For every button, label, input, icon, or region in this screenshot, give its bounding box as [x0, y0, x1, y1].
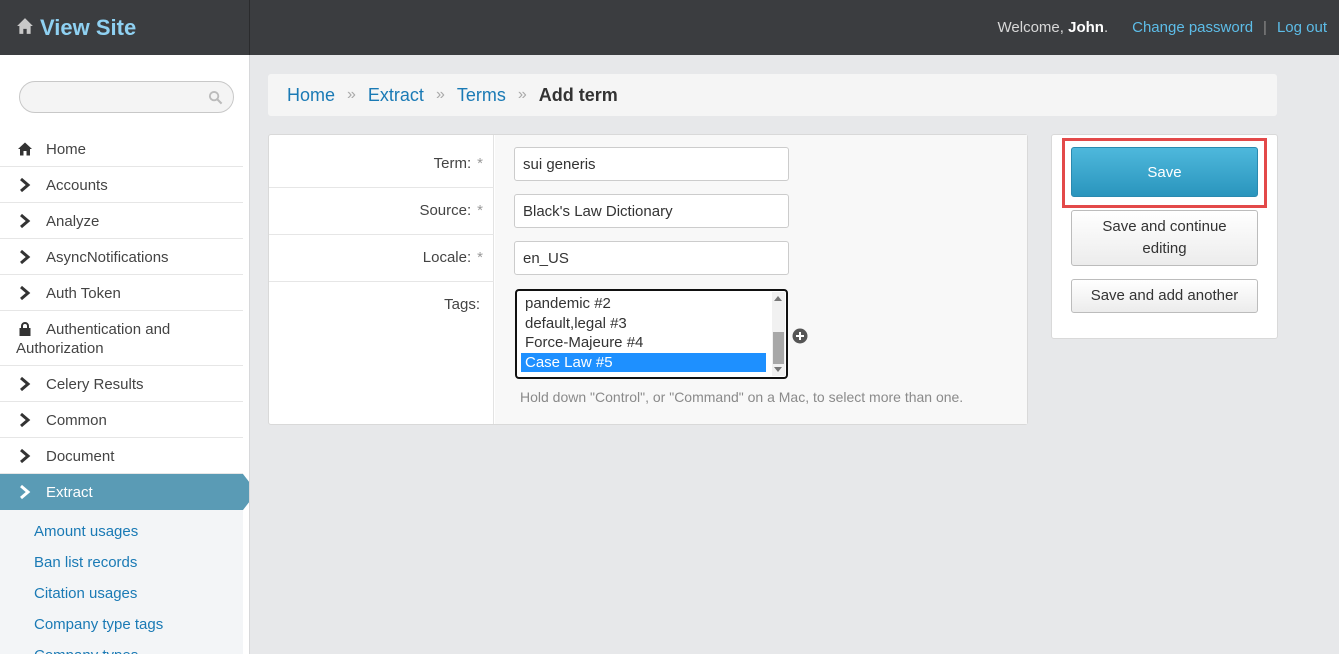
sidebar-item-label: Celery Results	[46, 376, 144, 393]
submenu-company-types[interactable]: Company types	[0, 641, 243, 654]
breadcrumb-separator: »	[347, 86, 356, 103]
locale-label: Locale: *	[422, 249, 483, 266]
row-divider	[269, 187, 494, 188]
sidebar-item-analyze[interactable]: Analyze	[0, 203, 243, 239]
save-and-continue-button[interactable]: Save and continue editing	[1071, 210, 1258, 266]
chevron-right-icon	[20, 213, 31, 229]
sidebar-item-label: Extract	[46, 484, 93, 501]
brand-label: View Site	[40, 14, 137, 40]
chevron-right-icon	[20, 376, 31, 392]
top-header: View Site Welcome, John. Change password…	[0, 0, 1339, 55]
locale-input[interactable]	[514, 241, 789, 275]
home-icon	[17, 17, 33, 34]
sidebar-item-label: Document	[46, 448, 115, 465]
submenu-company-type-tags[interactable]: Company type tags	[0, 610, 243, 641]
breadcrumb: Home » Extract » Terms » Add term	[268, 74, 1277, 116]
sidebar-item-common[interactable]: Common	[0, 402, 243, 438]
term-form: Term:* Source:* Locale:* Tags: pandemic …	[268, 134, 1028, 425]
user-name: John	[1068, 19, 1104, 36]
sidebar-item-extract[interactable]: Extract	[0, 474, 249, 510]
submenu-ban-list-records[interactable]: Ban list records	[0, 548, 243, 579]
submenu-amount-usages[interactable]: Amount usages	[0, 517, 243, 548]
tags-option[interactable]: Force-Majeure #4	[521, 333, 766, 353]
row-divider	[269, 281, 494, 282]
chevron-right-icon	[20, 285, 31, 301]
tags-option[interactable]: pandemic #2	[521, 294, 766, 314]
scroll-thumb[interactable]	[773, 332, 784, 364]
home-icon	[18, 142, 32, 156]
scroll-down-arrow-icon[interactable]	[774, 367, 782, 372]
required-mark: *	[477, 249, 483, 266]
source-input[interactable]	[514, 194, 789, 228]
form-labels-column	[269, 135, 494, 424]
sidebar-item-authentication[interactable]: Authentication and Authorization	[0, 311, 243, 366]
save-button[interactable]: Save	[1071, 147, 1258, 197]
chevron-right-icon	[20, 412, 31, 428]
breadcrumb-terms[interactable]: Terms	[457, 85, 506, 106]
tags-label: Tags:	[444, 296, 480, 313]
breadcrumb-home[interactable]: Home	[287, 85, 335, 106]
tags-scrollbar[interactable]	[772, 292, 785, 376]
sidebar-item-label: AsyncNotifications	[46, 249, 169, 266]
breadcrumb-current: Add term	[538, 84, 618, 105]
sidebar-nav: Home Accounts Analyze AsyncNotifications…	[0, 131, 249, 654]
sidebar-item-label: Home	[46, 141, 87, 158]
view-site-link[interactable]: View Site	[16, 15, 136, 41]
user-tools-separator: |	[1263, 19, 1267, 36]
required-mark: *	[477, 155, 483, 172]
chevron-right-icon	[20, 484, 31, 500]
required-mark: *	[477, 202, 483, 219]
sidebar-item-label: Accounts	[46, 177, 108, 194]
sidebar-item-document[interactable]: Document	[0, 438, 243, 474]
brand-area: View Site	[0, 0, 250, 55]
row-divider	[269, 234, 494, 235]
submenu-citation-usages[interactable]: Citation usages	[0, 579, 243, 610]
search-icon[interactable]	[208, 90, 223, 105]
breadcrumb-extract[interactable]: Extract	[368, 85, 424, 106]
breadcrumb-separator: »	[517, 86, 527, 103]
sidebar-search-input[interactable]	[19, 81, 234, 113]
tags-help-text: Hold down "Control", or "Command" on a M…	[520, 389, 964, 405]
source-label: Source: *	[419, 202, 483, 219]
tags-option-selected[interactable]: Case Law #5	[521, 352, 766, 372]
breadcrumb-separator: »	[435, 86, 445, 103]
sidebar: Home Accounts Analyze AsyncNotifications…	[0, 55, 250, 654]
term-input[interactable]	[514, 147, 789, 181]
sidebar-item-celery-results[interactable]: Celery Results	[0, 366, 243, 402]
extract-submenu: Amount usages Ban list records Citation …	[0, 510, 243, 654]
save-and-add-another-button[interactable]: Save and add another	[1071, 279, 1258, 313]
sidebar-item-label: Common	[46, 412, 107, 429]
term-label: Term: *	[433, 155, 483, 172]
chevron-right-icon	[20, 249, 31, 265]
logout-link[interactable]: Log out	[1277, 19, 1327, 36]
chevron-right-icon	[20, 448, 31, 464]
scroll-up-arrow-icon[interactable]	[774, 296, 782, 301]
lock-icon	[19, 322, 31, 336]
tags-option[interactable]: default,legal #3	[521, 314, 766, 334]
sidebar-item-accounts[interactable]: Accounts	[0, 167, 243, 203]
tags-select[interactable]: pandemic #2 default,legal #3 Force-Majeu…	[515, 289, 788, 379]
welcome-text: Welcome, John.	[997, 19, 1109, 36]
add-tag-plus-icon[interactable]	[792, 328, 808, 344]
user-tools: Welcome, John. Change password | Log out	[998, 0, 1327, 55]
sidebar-item-label: Auth Token	[46, 285, 121, 302]
sidebar-item-asyncnotifications[interactable]: AsyncNotifications	[0, 239, 243, 275]
sidebar-item-label: Analyze	[46, 213, 100, 230]
sidebar-item-auth-token[interactable]: Auth Token	[0, 275, 243, 311]
chevron-right-icon	[20, 177, 31, 193]
change-password-link[interactable]: Change password	[1132, 19, 1253, 36]
sidebar-item-label: Authentication and Authorization	[16, 321, 171, 357]
sidebar-item-home[interactable]: Home	[0, 131, 243, 167]
